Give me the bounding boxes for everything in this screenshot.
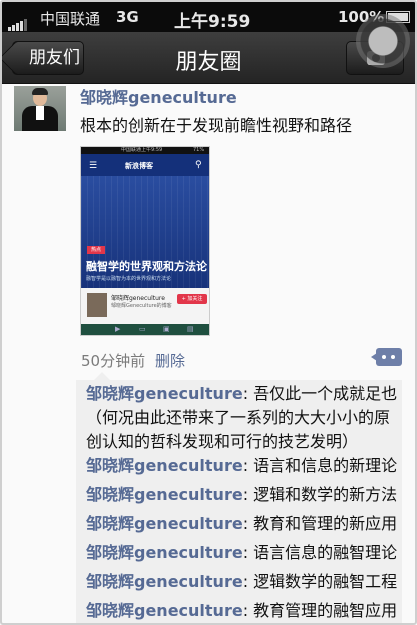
- thumbnail-banner: 热点 融智学的世界观和方法论 融智学是以融智为本的世界观和方法论: [81, 176, 209, 288]
- thumbnail-tag: 热点: [87, 246, 106, 254]
- comment-text: : 逻辑和数学的新方法: [242, 485, 398, 504]
- comment-text: : 教育和管理的新应用: [242, 514, 398, 533]
- thumbnail-battery: 71%: [193, 147, 205, 153]
- avatar[interactable]: [14, 86, 66, 131]
- share-icon: ▭: [139, 325, 146, 333]
- thumbnail-header: ☰ 新浪博客 ⚲: [81, 154, 209, 176]
- comment-text: : 语言和信息的新理论: [242, 456, 398, 475]
- thumbnail-headline: 融智学的世界观和方法论: [86, 260, 207, 273]
- comment-item[interactable]: 邹晓辉geneculture: 逻辑和数学的新方法: [86, 483, 397, 507]
- thumbnail-card-avatar: [87, 293, 107, 317]
- post-image[interactable]: 中国联通 上午9:59 71% ☰ 新浪博客 ⚲ 热点 融智学的世界观和方法论 …: [80, 146, 210, 336]
- thumbnail-card-name: 邹晓辉geneculture: [111, 295, 165, 302]
- comment-author[interactable]: 邹晓辉geneculture: [86, 572, 243, 591]
- thumbnail-status-bar: 中国联通 上午9:59 71%: [81, 147, 209, 154]
- more-icon: ▤: [187, 325, 194, 333]
- thumbnail-toolbar: ▶ ▭ ▣ ▤: [81, 324, 209, 335]
- comment-author[interactable]: 邹晓辉geneculture: [86, 601, 243, 620]
- assistive-touch-button[interactable]: [356, 14, 410, 68]
- status-time: 上午9:59: [174, 12, 251, 32]
- comment-author[interactable]: 邹晓辉geneculture: [86, 485, 243, 504]
- comment-author[interactable]: 邹晓辉geneculture: [86, 456, 243, 475]
- comment-item[interactable]: 邹晓辉geneculture: 语言和信息的新理论: [86, 454, 397, 478]
- thumbnail-carrier: 中国联通: [121, 147, 142, 153]
- user-icon: ⚲: [195, 160, 202, 170]
- comment-text: : 语言信息的融智理论: [242, 543, 398, 562]
- thumbnail-subline: 融智学是以融智为本的世界观和方法论: [86, 276, 172, 282]
- comment-author[interactable]: 邹晓辉geneculture: [86, 384, 243, 403]
- post-time: 50分钟前: [81, 352, 146, 370]
- thumbnail-card-sub: 邹晓辉Geneculture的博客: [111, 303, 172, 309]
- signal-icon: [8, 13, 28, 31]
- post-text: 根本的创新在于发现前瞻性视野和路径: [80, 116, 353, 135]
- comment-text: : 逻辑数学的融智工程: [242, 572, 398, 591]
- comments-panel: 邹晓辉geneculture: 吾仅此一个成就足也（何况由此还带来了一系列的大大…: [76, 372, 402, 623]
- network-type: 3G: [116, 8, 139, 26]
- post-author[interactable]: 邹晓辉geneculture: [80, 84, 237, 108]
- thumbnail-follow: + 加关注: [177, 294, 207, 304]
- comment-item[interactable]: 邹晓辉geneculture: 吾仅此一个成就足也（何况由此还带来了一系列的大大…: [86, 382, 398, 454]
- comment-icon[interactable]: [371, 348, 402, 366]
- delete-link[interactable]: 删除: [155, 350, 185, 371]
- comment-item[interactable]: 邹晓辉geneculture: 逻辑数学的融智工程: [86, 570, 397, 594]
- thumbnail-site-name: 新浪博客: [125, 162, 153, 170]
- play-icon: ▶: [115, 325, 121, 333]
- status-bar: 中国联通 3G 上午9:59 100%: [2, 2, 415, 32]
- tabs-icon: ▣: [163, 325, 170, 333]
- carrier-label: 中国联通: [40, 10, 101, 28]
- comment-text: : 教育管理的融智应用: [242, 601, 398, 620]
- thumbnail-card: 邹晓辉geneculture 邹晓辉Geneculture的博客 + 加关注: [81, 288, 209, 324]
- nav-bar: 朋友们 朋友圈: [2, 32, 415, 84]
- comment-item[interactable]: 邹晓辉geneculture: 教育管理的融智应用: [86, 599, 397, 623]
- comment-item[interactable]: 邹晓辉geneculture: 语言信息的融智理论: [86, 541, 397, 565]
- comment-author[interactable]: 邹晓辉geneculture: [86, 543, 243, 562]
- phone-screen: 中国联通 3G 上午9:59 100% 朋友们 朋友圈 邹晓辉genecultu…: [0, 0, 417, 625]
- thumbnail-time: 上午9:59: [141, 147, 163, 153]
- comment-item[interactable]: 邹晓辉geneculture: 教育和管理的新应用: [86, 512, 397, 536]
- comment-author[interactable]: 邹晓辉geneculture: [86, 514, 243, 533]
- menu-icon: ☰: [89, 161, 98, 171]
